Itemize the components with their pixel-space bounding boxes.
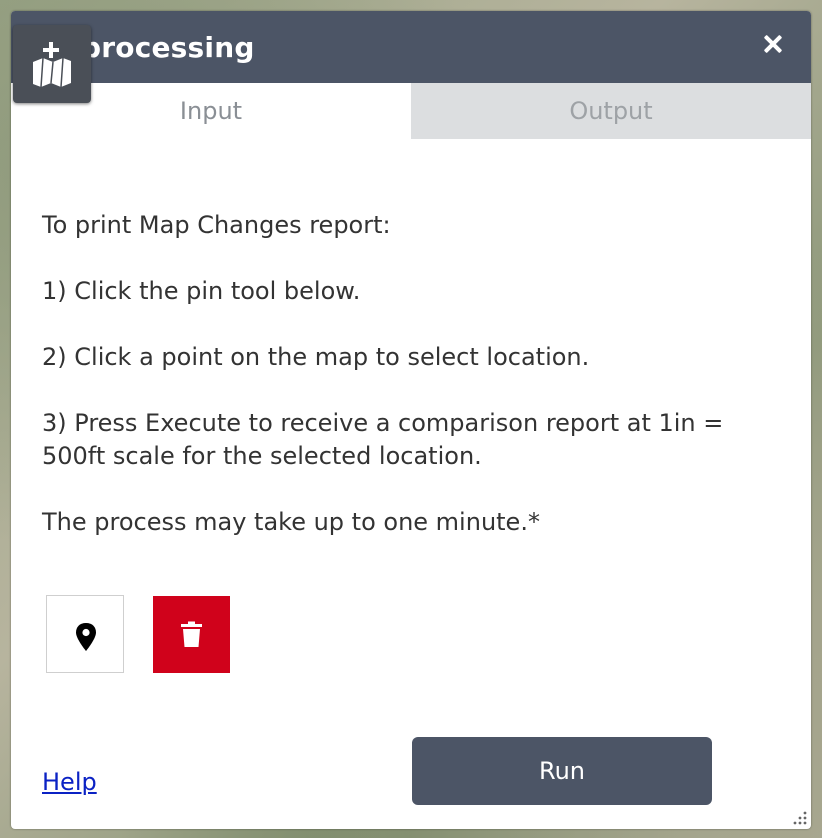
geoprocessing-panel: processing Input Output To print Map Cha… [11,11,811,829]
map-pin-icon [76,623,96,651]
widget-icon[interactable] [13,25,91,103]
help-link[interactable]: Help [42,768,97,796]
instruction-note: The process may take up to one minute.* [42,508,540,536]
panel-title: processing [81,31,255,64]
panel-header: processing [11,11,811,83]
instruction-step-2: 2) Click a point on the map to select lo… [42,343,590,371]
instructions: To print Map Changes report: 1) Click th… [42,209,782,572]
trash-icon [181,621,202,647]
instruction-step-3: 3) Press Execute to receive a comparison… [42,409,724,470]
instruction-intro: To print Map Changes report: [42,211,391,239]
resize-handle-icon[interactable] [793,811,807,825]
clear-button[interactable] [153,596,230,673]
pin-tool-button[interactable] [46,595,124,673]
map-add-icon [33,42,71,88]
tab-output[interactable]: Output [411,83,811,139]
run-button[interactable]: Run [412,737,712,805]
tab-bar: Input Output [11,83,811,139]
close-icon[interactable] [759,31,787,59]
instruction-step-1: 1) Click the pin tool below. [42,277,361,305]
